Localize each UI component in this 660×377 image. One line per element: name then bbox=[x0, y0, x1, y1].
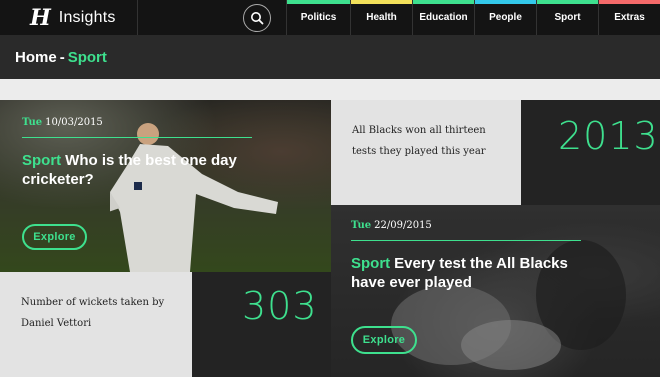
site-logo[interactable]: H Insights bbox=[0, 0, 138, 35]
nav-label: Education bbox=[419, 12, 468, 23]
divider-line bbox=[22, 137, 252, 138]
logo-mark: H bbox=[30, 4, 51, 31]
breadcrumb-current: Sport bbox=[67, 48, 107, 66]
nav-color-bar bbox=[413, 0, 474, 4]
fact-number: 303 bbox=[242, 284, 318, 328]
fact-line: Number of wickets taken by bbox=[21, 297, 165, 308]
nav-people[interactable]: People bbox=[474, 0, 536, 35]
fact-card-text: Number of wickets taken by Daniel Vettor… bbox=[0, 272, 192, 377]
nav-label: Sport bbox=[554, 12, 581, 23]
category-nav: Politics Health Education People Sport E… bbox=[286, 0, 660, 35]
all-blacks-story-card[interactable]: Tue 22/09/2015 Sport Every test the All Bl… bbox=[331, 205, 660, 377]
search-icon bbox=[251, 12, 264, 25]
fact-number: 2013 bbox=[558, 114, 659, 158]
nav-color-bar bbox=[599, 0, 660, 4]
explore-button[interactable]: Explore bbox=[22, 224, 87, 250]
nav-education[interactable]: Education bbox=[412, 0, 474, 35]
fact-card-number: 303 bbox=[192, 272, 331, 377]
breadcrumb-home[interactable]: Home bbox=[15, 49, 57, 66]
nav-politics[interactable]: Politics bbox=[286, 0, 350, 35]
story-day: Tue bbox=[22, 117, 43, 128]
nav-label: Politics bbox=[300, 12, 337, 23]
nav-color-bar bbox=[287, 0, 350, 4]
story-headline[interactable]: Sport Every test the All Blacks have ever… bbox=[351, 254, 591, 292]
story-category: Sport bbox=[351, 255, 391, 272]
fact-line: Daniel Vettori bbox=[21, 318, 92, 329]
fact-card-number: 2013 bbox=[521, 100, 660, 205]
story-date: Tue 10/03/2015 bbox=[22, 117, 103, 128]
story-day: Tue bbox=[351, 220, 372, 231]
breadcrumb: Home - Sport bbox=[0, 35, 660, 79]
story-date: Tue 22/09/2015 bbox=[351, 220, 432, 231]
story-date-value: 22/09/2015 bbox=[374, 220, 432, 231]
top-navigation: H Insights Politics Health Education Peo… bbox=[0, 0, 660, 35]
fact-line: tests they played this year bbox=[352, 146, 486, 157]
logo-text: Insights bbox=[58, 8, 116, 26]
fact-line: All Blacks won all thirteen bbox=[352, 125, 486, 136]
explore-button[interactable]: Explore bbox=[351, 326, 417, 354]
nav-color-bar bbox=[351, 0, 412, 4]
nav-color-bar bbox=[475, 0, 536, 4]
nav-label: Extras bbox=[614, 12, 645, 23]
nav-sport[interactable]: Sport bbox=[536, 0, 598, 35]
nav-health[interactable]: Health bbox=[350, 0, 412, 35]
fact-description: All Blacks won all thirteen tests they p… bbox=[352, 120, 517, 162]
search-button[interactable] bbox=[243, 4, 271, 32]
nav-color-bar bbox=[537, 0, 598, 4]
story-headline[interactable]: Sport Who is the best one day cricketer? bbox=[22, 151, 252, 189]
nav-extras[interactable]: Extras bbox=[598, 0, 660, 35]
breadcrumb-separator: - bbox=[59, 48, 65, 66]
nav-label: People bbox=[489, 12, 522, 23]
story-date-value: 10/03/2015 bbox=[45, 117, 103, 128]
divider-line bbox=[351, 240, 581, 241]
story-category: Sport bbox=[22, 152, 62, 169]
fact-description: Number of wickets taken by Daniel Vettor… bbox=[21, 292, 186, 334]
nav-label: Health bbox=[366, 12, 397, 23]
fact-card-text: All Blacks won all thirteen tests they p… bbox=[331, 100, 521, 205]
cricket-story-card[interactable]: Tue 10/03/2015 Sport Who is the best one d… bbox=[0, 100, 331, 272]
cricketer-photo bbox=[110, 123, 278, 272]
